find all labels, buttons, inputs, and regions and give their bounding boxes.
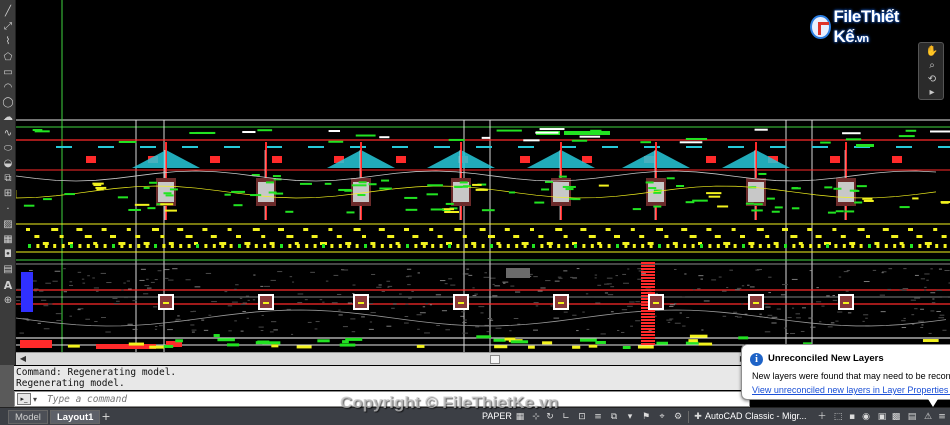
scroll-thumb[interactable] <box>490 355 500 364</box>
orbit-icon[interactable]: ⟲ <box>925 74 939 86</box>
notification-pointer <box>928 399 938 407</box>
command-history: Command: Regenerating model. Regeneratin… <box>14 366 750 390</box>
command-recent-icon[interactable]: ▾ <box>33 395 43 404</box>
pan-icon[interactable]: ✋ <box>925 46 939 58</box>
showmotion-icon[interactable]: ▸ <box>925 87 939 99</box>
add-selected-tool-icon[interactable]: ⊕ <box>2 295 14 307</box>
plus-icon[interactable]: ＋ <box>816 411 828 423</box>
drawing-canvas[interactable] <box>16 0 950 365</box>
line-tool-icon[interactable]: ╱ <box>2 6 14 18</box>
properties-icon[interactable]: ▣ <box>876 411 888 423</box>
workspace-switcher[interactable]: AutoCAD Classic - Migr... <box>705 411 807 421</box>
status-separator <box>688 411 689 423</box>
revision-cloud-tool-icon[interactable]: ☁ <box>2 112 14 124</box>
gradient-tool-icon[interactable]: ▦ <box>2 234 14 246</box>
annotation-scale-icon[interactable]: ▾ <box>624 411 636 423</box>
image-icon[interactable]: ▩ <box>890 411 902 423</box>
filethietke-logo: FileThiết Kế.vn <box>810 7 920 46</box>
info-icon: i <box>750 353 763 366</box>
navigation-bar: ✋ ⌕ ⟲ ▸ <box>918 42 944 100</box>
logo-mark-icon <box>810 15 831 39</box>
command-history-line: Regenerating model. <box>16 378 125 389</box>
osnap-icon[interactable]: ⊡ <box>576 411 588 423</box>
ellipse-tool-icon[interactable]: ⬭ <box>2 143 14 155</box>
unreconciled-layers-notification: i Unreconciled New Layers New layers wer… <box>741 344 950 407</box>
layer-properties-link[interactable]: View unreconciled new layers in Layer Pr… <box>752 385 950 395</box>
horizontal-scrollbar[interactable]: ◀ ▶ <box>16 352 750 365</box>
tab-model[interactable]: Model <box>8 410 48 424</box>
command-history-line: Command: Regenerating model. <box>16 367 177 378</box>
construction-line-tool-icon[interactable]: ⤢ <box>2 21 14 33</box>
ortho-icon[interactable]: ∟ <box>560 411 572 423</box>
export-icon[interactable]: ▤ <box>906 411 918 423</box>
table-tool-icon[interactable]: ▤ <box>2 264 14 276</box>
clean-screen-icon[interactable]: ◉ <box>860 411 872 423</box>
arc-tool-icon[interactable]: ◠ <box>2 82 14 94</box>
tab-layout1[interactable]: Layout1 <box>50 410 101 424</box>
region-tool-icon[interactable]: ◘ <box>2 249 14 261</box>
spline-tool-icon[interactable]: ∿ <box>2 128 14 140</box>
make-block-tool-icon[interactable]: ⊞ <box>2 188 14 200</box>
copyright-watermark: Copyright © FileThietKe.vn <box>340 393 559 412</box>
rectangle-tool-icon[interactable]: ▭ <box>2 67 14 79</box>
lineweight-icon[interactable]: ≡ <box>592 411 604 423</box>
polygon-tool-icon[interactable]: ⬠ <box>2 52 14 64</box>
polyline-tool-icon[interactable]: ⌇ <box>2 36 14 48</box>
hardware-acceleration-icon[interactable]: ▪ <box>846 411 858 423</box>
customize-status-icon[interactable]: ≡ <box>936 411 948 423</box>
selection-cycling-icon[interactable]: ⧉ <box>608 411 620 423</box>
notification-title: Unreconciled New Layers <box>768 353 884 364</box>
auto-scale-icon[interactable]: ⌖ <box>656 411 668 423</box>
logo-ext: .vn <box>854 33 869 45</box>
hatch-tool-icon[interactable]: ▨ <box>2 219 14 231</box>
annotation-visibility-icon[interactable]: ⚑ <box>640 411 652 423</box>
zoom-icon[interactable]: ⌕ <box>925 60 939 72</box>
multiline-text-tool-icon[interactable]: A <box>2 279 14 292</box>
ellipse-arc-tool-icon[interactable]: ◒ <box>2 158 14 170</box>
insert-block-tool-icon[interactable]: ⧉ <box>2 173 14 185</box>
notification-message: New layers were found that may need to b… <box>752 371 950 381</box>
workspace-gear-icon[interactable]: ⚙ <box>672 411 684 423</box>
point-tool-icon[interactable]: · <box>2 204 14 216</box>
isolate-objects-icon[interactable]: ⬚ <box>832 411 844 423</box>
layer-alert-icon[interactable]: ⚠ <box>922 411 934 423</box>
logo-brand: File <box>833 7 862 26</box>
cad-drawing <box>16 0 950 352</box>
command-customize-icon[interactable]: ▸_ <box>17 393 31 405</box>
logo-text: FileThiết Kế.vn <box>834 7 920 47</box>
command-window-grip[interactable] <box>0 365 14 407</box>
circle-tool-icon[interactable]: ◯ <box>2 97 14 109</box>
add-layout-button[interactable]: + <box>99 410 113 424</box>
annotation-monitor-icon[interactable]: ✚ <box>692 411 704 423</box>
draw-toolbar: ╱ ⤢ ⌇ ⬠ ▭ ◠ ◯ ☁ ∿ ⬭ ◒ ⧉ ⊞ · ▨ ▦ ◘ ▤ A ⊕ <box>0 0 16 365</box>
scroll-left-icon[interactable]: ◀ <box>18 354 28 364</box>
